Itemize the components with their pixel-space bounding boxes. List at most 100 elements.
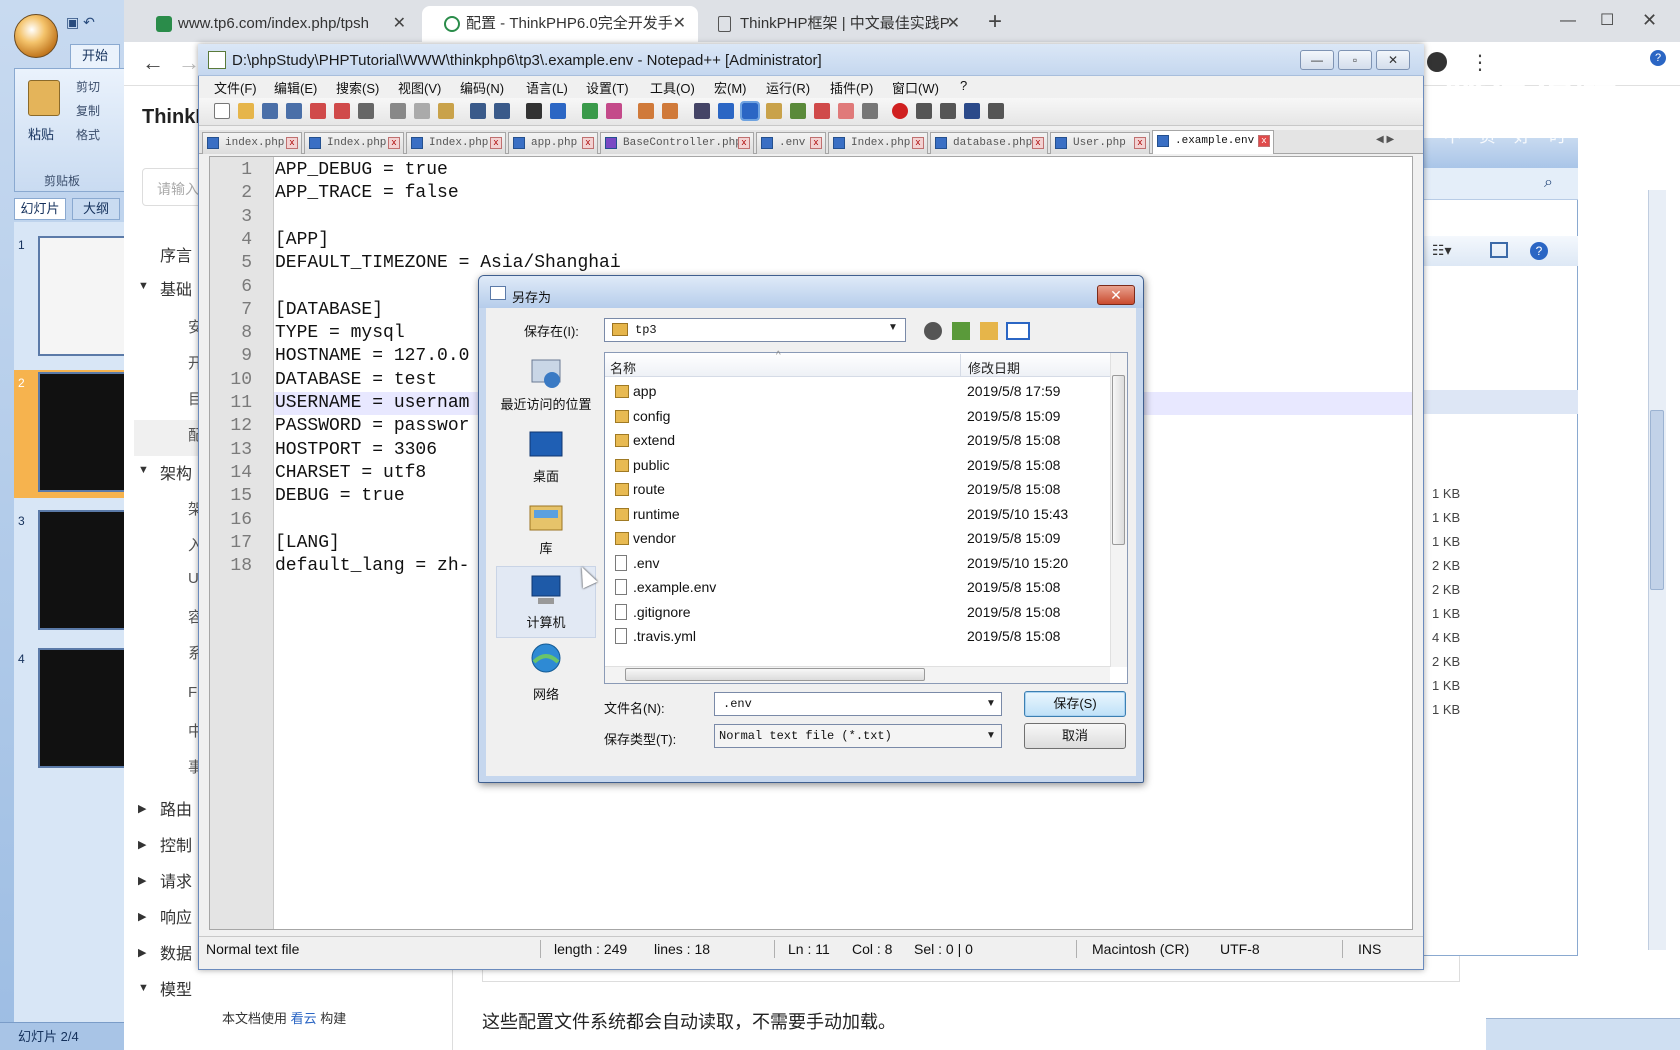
udl-icon[interactable]	[766, 103, 782, 119]
file-tab[interactable]: app.php x	[508, 132, 598, 154]
code-line[interactable]: [DATABASE]	[275, 300, 383, 320]
close-file-icon[interactable]	[310, 103, 326, 119]
code-line[interactable]: HOSTPORT = 3306	[275, 440, 437, 460]
caret-right-icon[interactable]: ▶	[138, 802, 146, 815]
slides-pane-tab[interactable]: 幻灯片	[14, 198, 66, 220]
preview-pane-icon[interactable]	[1490, 242, 1508, 258]
desktop-icon[interactable]	[526, 428, 566, 464]
view-menu-icon[interactable]	[1006, 322, 1030, 340]
tab-close-icon[interactable]: x	[1258, 135, 1270, 147]
place-libraries[interactable]: 库	[494, 538, 598, 557]
stop-macro-icon[interactable]	[916, 103, 932, 119]
tab-close-icon[interactable]: x	[490, 137, 502, 149]
file-tab[interactable]: index.php x	[202, 132, 302, 154]
place-recent[interactable]: 最近访问的位置	[494, 394, 598, 413]
page-scrollbar-thumb[interactable]	[1650, 410, 1664, 590]
column-header-date[interactable]: 修改日期	[968, 358, 1020, 377]
copy-icon[interactable]	[414, 103, 430, 119]
view-options-icon[interactable]: ☷▾	[1432, 242, 1452, 259]
paste-icon[interactable]	[438, 103, 454, 119]
file-tab[interactable]: User.php x	[1050, 132, 1150, 154]
hscroll-thumb[interactable]	[625, 668, 925, 681]
slide-thumbnail[interactable]	[38, 236, 128, 356]
file-tab-active[interactable]: .example.env x	[1152, 130, 1274, 154]
cancel-button[interactable]: 取消	[1024, 723, 1126, 749]
code-line[interactable]: USERNAME = usernam	[275, 393, 469, 413]
menu-help[interactable]: ?	[960, 78, 967, 93]
cut-button[interactable]: 剪切	[76, 78, 100, 95]
caret-right-icon[interactable]: ▶	[138, 838, 146, 851]
record-macro-icon[interactable]	[892, 103, 908, 119]
nav-subitem[interactable]: F	[188, 684, 197, 701]
paste-label[interactable]: 粘贴	[28, 124, 54, 143]
tab-close-icon[interactable]: x	[286, 137, 298, 149]
help-icon[interactable]: ?	[1530, 242, 1548, 260]
file-row[interactable]: config 2019/5/8 15:09	[605, 405, 1111, 429]
file-row[interactable]: app 2019/5/8 17:59	[605, 380, 1111, 404]
filetype-select[interactable]: Normal text file (*.txt)	[714, 724, 1002, 748]
file-row[interactable]: .example.env 2019/5/8 15:08	[605, 576, 1111, 600]
print-icon[interactable]	[358, 103, 374, 119]
file-tab[interactable]: database.php x	[930, 132, 1048, 154]
menu-language[interactable]: 语言(L)	[526, 78, 568, 97]
open-file-icon[interactable]	[238, 103, 254, 119]
nav-item[interactable]: 控制	[160, 832, 192, 856]
zoom-out-icon[interactable]	[606, 103, 622, 119]
quick-access-toolbar[interactable]: ▣ ↶	[66, 14, 126, 34]
minimize-icon[interactable]: —	[1560, 12, 1576, 30]
browser-tab[interactable]: www.tp6.com/index.php/tpsh ✕	[134, 6, 418, 42]
zoom-in-icon[interactable]	[582, 103, 598, 119]
copy-button[interactable]: 复制	[76, 102, 100, 119]
place-desktop[interactable]: 桌面	[494, 466, 598, 485]
file-row[interactable]: .env 2019/5/10 15:20	[605, 552, 1111, 576]
browser-tab[interactable]: ThinkPHP框架 | 中文最佳实践P ✕	[696, 6, 972, 42]
function-list-icon[interactable]	[814, 103, 830, 119]
back-arrow-icon[interactable]: ←	[142, 50, 164, 76]
slide-thumbnail[interactable]	[38, 372, 128, 492]
tab-close-icon[interactable]: x	[388, 137, 400, 149]
explorer-search-bar[interactable]	[1420, 168, 1578, 200]
code-line[interactable]: APP_TRACE = false	[275, 183, 459, 203]
file-tab[interactable]: Index.php x	[406, 132, 506, 154]
maximize-icon[interactable]: ☐	[1600, 10, 1614, 30]
nav-item[interactable]: 响应	[160, 904, 192, 928]
vscroll-thumb[interactable]	[1112, 375, 1125, 545]
save-icon[interactable]	[262, 103, 278, 119]
run-macro-multiple-icon[interactable]	[964, 103, 980, 119]
save-macro-icon[interactable]	[988, 103, 1004, 119]
file-row[interactable]: runtime 2019/5/10 15:43	[605, 503, 1111, 527]
nav-item[interactable]: 请求	[160, 868, 192, 892]
outline-pane-tab[interactable]: 大纲	[72, 198, 120, 220]
code-line[interactable]: [LANG]	[275, 533, 340, 553]
tab-close-icon[interactable]: x	[738, 137, 750, 149]
nav-item[interactable]: 数据	[160, 940, 192, 964]
close-icon[interactable]: ✕	[1642, 10, 1657, 31]
filename-input[interactable]: .env	[714, 692, 1002, 716]
sync-h-scroll-icon[interactable]	[662, 103, 678, 119]
menu-window[interactable]: 窗口(W)	[892, 78, 939, 97]
file-row[interactable]: public 2019/5/8 15:08	[605, 454, 1111, 478]
file-row[interactable]: extend 2019/5/8 15:08	[605, 429, 1111, 453]
menu-run[interactable]: 运行(R)	[766, 78, 810, 97]
library-icon[interactable]	[526, 500, 566, 536]
new-file-icon[interactable]	[214, 103, 230, 119]
menu-search[interactable]: 搜索(S)	[336, 78, 379, 97]
paste-icon[interactable]	[28, 80, 60, 116]
indent-guide-icon[interactable]	[740, 101, 760, 121]
code-line[interactable]: default_lang = zh-	[275, 556, 469, 576]
chevron-down-icon[interactable]: ▼	[986, 730, 996, 741]
dialog-close-button[interactable]: ✕	[1097, 285, 1135, 305]
minimize-icon[interactable]: —	[1300, 50, 1334, 70]
up-folder-icon[interactable]	[952, 322, 970, 340]
tab-scroll-arrows-icon[interactable]: ◀ ▶	[1376, 134, 1410, 150]
slide-thumbnail[interactable]	[38, 510, 128, 630]
save-all-icon[interactable]	[286, 103, 302, 119]
search-icon[interactable]: ⌕	[1544, 174, 1553, 192]
close-all-icon[interactable]	[334, 103, 350, 119]
slide-thumbnail[interactable]	[38, 648, 128, 768]
code-line[interactable]: HOSTNAME = 127.0.0	[275, 346, 469, 366]
tab-close-icon[interactable]: x	[1134, 137, 1146, 149]
word-wrap-icon[interactable]	[694, 103, 710, 119]
cut-icon[interactable]	[390, 103, 406, 119]
back-arrow-icon[interactable]	[924, 322, 942, 340]
